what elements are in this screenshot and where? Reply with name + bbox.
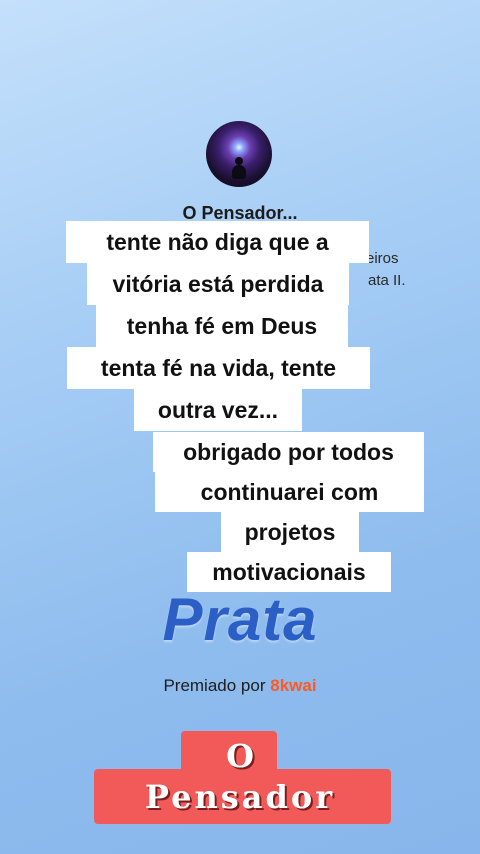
caption-line: continuarei com [155,472,424,512]
background-text-line: eiros [366,250,399,267]
caption-line: obrigado por todos [153,432,424,472]
meditating-figure-icon [235,157,243,165]
caption-line: vitória está perdida [87,263,349,305]
meditating-body-icon [232,165,246,179]
caption-line: outra vez... [134,389,302,431]
caption-line: projetos [221,512,359,552]
background-text-line: ata II. [368,272,406,289]
caption-line: tente não diga que a [66,221,369,263]
kwai-logo-icon: 8 [270,676,280,695]
profile-avatar[interactable] [206,121,272,187]
logo-line-1: O [226,737,254,775]
caption-line: tenta fé na vida, tente [67,347,370,389]
award-tier-title: Prata [162,586,318,653]
award-text: Premiado por [163,676,266,695]
caption-line: tenha fé em Deus [96,305,348,347]
logo-line-2: Pensador [144,778,336,816]
award-caption: Premiado por 8kwai [0,676,480,696]
kwai-brand: kwai [279,676,317,695]
